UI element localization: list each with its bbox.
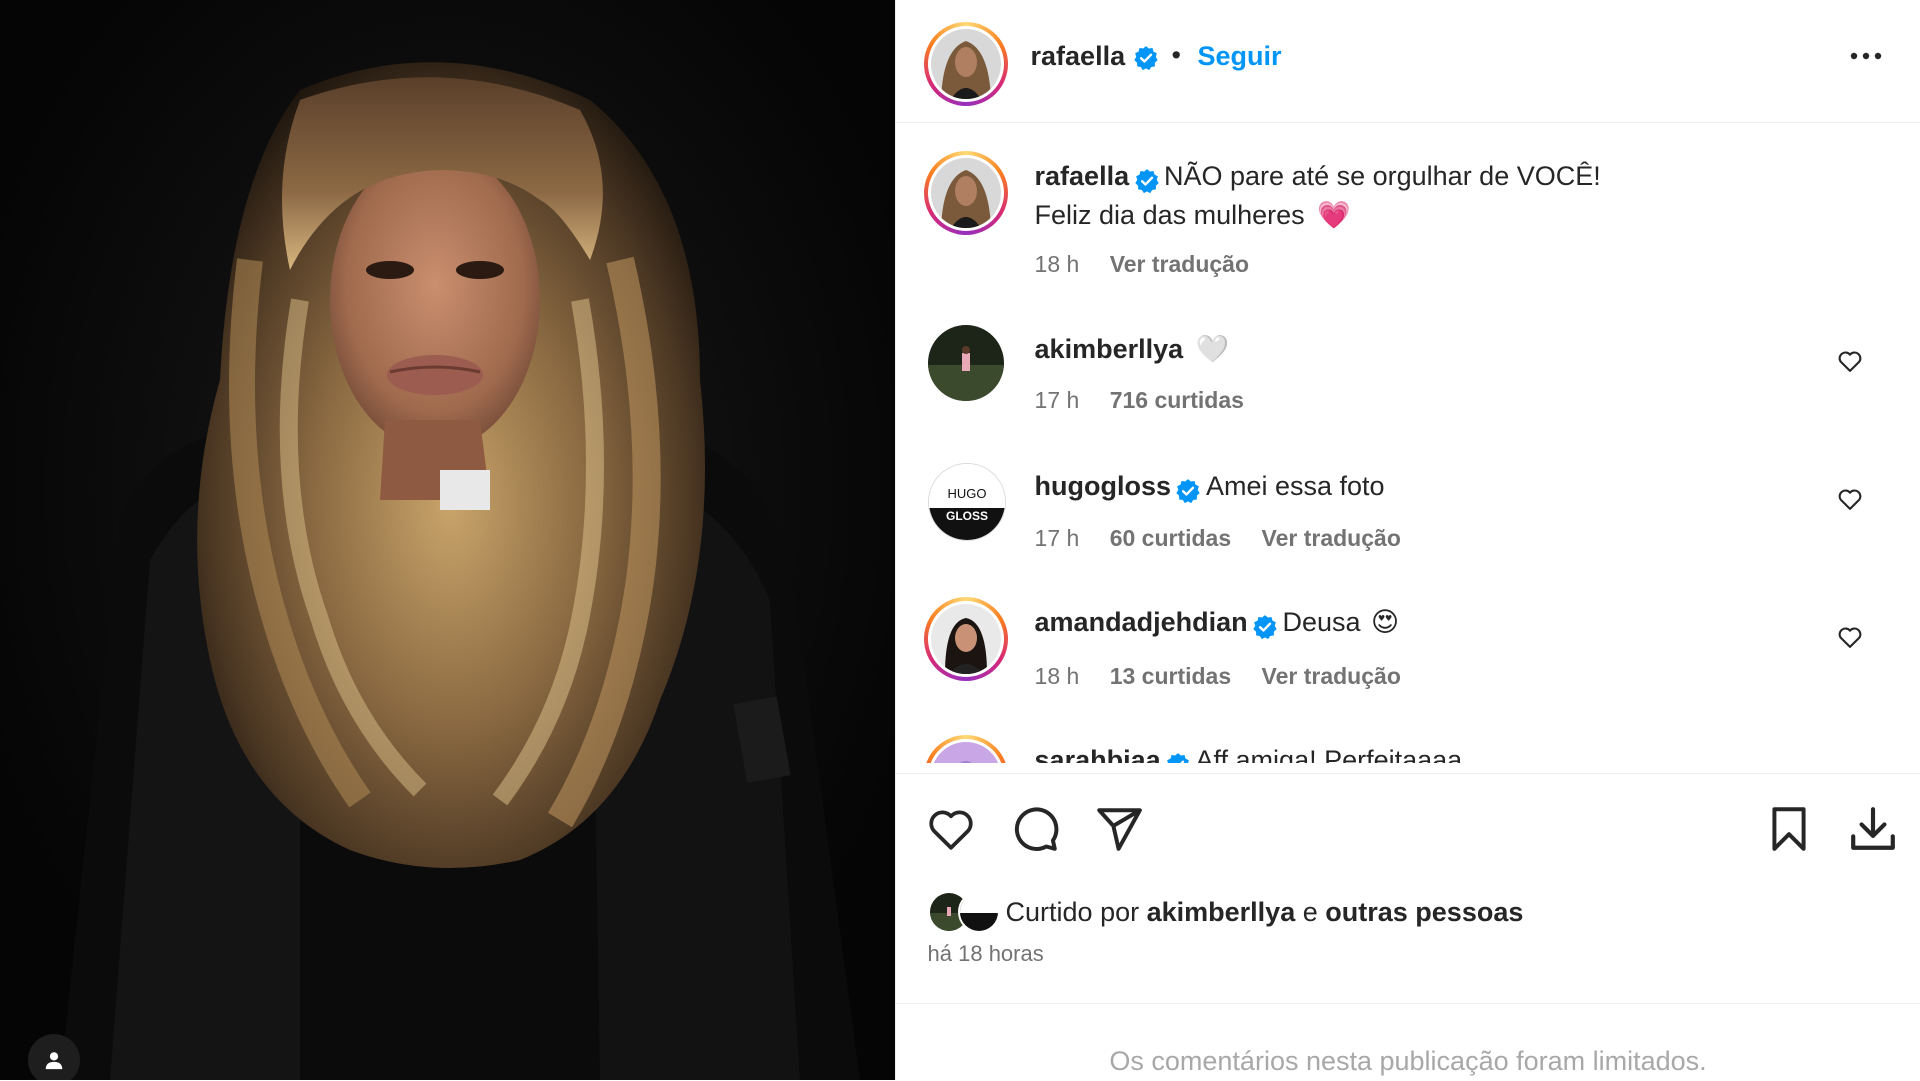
liked-by-others[interactable]: outras pessoas xyxy=(1325,897,1523,927)
verified-badge-icon xyxy=(1134,168,1159,193)
comment-username[interactable]: hugogloss xyxy=(1035,471,1172,501)
avatar-text-top: HUGO xyxy=(947,486,986,501)
tagged-users-button[interactable] xyxy=(28,1034,80,1080)
comment-text: Amei essa foto xyxy=(1205,471,1385,501)
comment-avatar-image xyxy=(927,325,1004,401)
caption-line-1: rafaella NÃO pare até se orgulhar de VOC… xyxy=(1035,161,1601,194)
comment-like-heart-icon[interactable] xyxy=(1836,347,1864,375)
comment-time: 18 h xyxy=(1034,663,1080,689)
comment-time: 17 h xyxy=(1034,387,1080,413)
comment-meta: 17 h 60 curtidas Ver tradução xyxy=(1035,525,1425,552)
caption-meta: 18 h Ver tradução xyxy=(1035,251,1274,278)
share-send-icon[interactable] xyxy=(1094,804,1144,854)
caption-avatar-image xyxy=(930,158,1001,228)
comment-likes[interactable]: 13 curtidas xyxy=(1110,663,1231,689)
caption-avatar[interactable] xyxy=(923,151,1008,235)
caption-time: 18 h xyxy=(1034,251,1080,277)
liked-by: Curtido por akimberllya e outras pessoas xyxy=(927,890,1524,934)
comment-username[interactable]: amandadjehdian xyxy=(1035,607,1248,637)
comment-translate-button[interactable]: Ver tradução xyxy=(1262,525,1401,551)
pink-heart-emoji: 💗 xyxy=(1317,200,1351,230)
white-heart-emoji: 🤍 xyxy=(1195,334,1230,364)
comment-text: Aff amiga! Perfeitaaaa xyxy=(1195,745,1463,763)
post-image[interactable] xyxy=(0,0,895,1080)
comments-limited-notice: Os comentários nesta publicação foram li… xyxy=(895,1003,1920,1081)
comment-line: hugogloss Amei essa foto xyxy=(1035,471,1385,504)
more-horizontal-icon[interactable] xyxy=(1846,46,1886,66)
caption-text-1: NÃO pare até se orgulhar de VOCÊ! xyxy=(1164,161,1601,191)
comment-line: amandadjehdian Deusa 😍 xyxy=(1035,607,1400,640)
comment-line: akimberllya 🤍 xyxy=(1035,333,1230,365)
post-header: rafaella • Seguir xyxy=(895,0,1920,123)
avatar-text-bottom: GLOSS xyxy=(946,509,988,523)
post-actions: Curtido por akimberllya e outras pessoas… xyxy=(895,773,1920,1004)
comment-avatar-image xyxy=(930,604,1001,674)
liked-avatar-2[interactable] xyxy=(957,891,1000,933)
comment-like-heart-icon[interactable] xyxy=(1836,485,1864,513)
verified-badge-icon xyxy=(1176,478,1201,503)
save-bookmark-icon[interactable] xyxy=(1764,804,1814,854)
comment-avatar-image xyxy=(930,742,1001,763)
caption-username[interactable]: rafaella xyxy=(1035,161,1130,191)
comment-time: 17 h xyxy=(1034,525,1080,551)
verified-badge-icon xyxy=(1167,752,1189,763)
caption-text-2: Feliz dia das mulheres xyxy=(1034,200,1305,230)
comments-list[interactable]: rafaella NÃO pare até se orgulhar de VOC… xyxy=(896,123,1920,763)
comment-text: Deusa xyxy=(1282,607,1361,637)
user-icon xyxy=(45,1052,63,1070)
download-icon[interactable] xyxy=(1848,804,1898,854)
comment-avatar[interactable] xyxy=(927,325,1004,401)
follow-button[interactable]: Seguir xyxy=(1198,41,1282,72)
heart-eyes-emoji: 😍 xyxy=(1370,607,1400,637)
comment-likes[interactable]: 716 curtidas xyxy=(1110,387,1244,413)
liked-by-user[interactable]: akimberllya xyxy=(1147,897,1296,927)
comment-meta: 17 h 716 curtidas xyxy=(1035,387,1268,414)
comment-bubble-icon[interactable] xyxy=(1010,804,1060,854)
separator-dot: • xyxy=(1171,40,1181,70)
post-modal: rafaella • Seguir rafaella NÃO pare até … xyxy=(0,0,1920,1080)
post-side-panel: rafaella • Seguir rafaella NÃO pare até … xyxy=(894,0,1920,1081)
comment-like-heart-icon[interactable] xyxy=(1836,623,1864,651)
comment-line: sarahbiaa Aff amiga! Perfeitaaaa xyxy=(1035,745,1463,763)
comment-username[interactable]: akimberllya xyxy=(1035,334,1184,364)
comment-likes[interactable]: 60 curtidas xyxy=(1110,525,1231,551)
post-timestamp[interactable]: há 18 horas xyxy=(928,941,1044,967)
comment-avatar[interactable] xyxy=(923,735,1008,763)
verified-badge-icon xyxy=(1133,45,1158,71)
verified-badge-icon xyxy=(1253,614,1277,639)
like-heart-icon[interactable] xyxy=(926,804,976,854)
liked-avatar-logo-image xyxy=(959,893,998,931)
comment-avatar[interactable]: HUGO GLOSS xyxy=(927,463,1006,541)
comment-meta: 18 h 13 curtidas Ver tradução xyxy=(1035,663,1425,690)
author-avatar-image xyxy=(930,29,1001,99)
author-avatar[interactable] xyxy=(923,22,1008,106)
caption-line-2: Feliz dia das mulheres 💗 xyxy=(1035,199,1351,231)
caption-translate-button[interactable]: Ver tradução xyxy=(1110,251,1249,277)
liked-by-text: Curtido por akimberllya e outras pessoas xyxy=(1005,896,1524,927)
hugogloss-logo-image: HUGO GLOSS xyxy=(928,464,1005,540)
portrait-photo xyxy=(60,62,860,1080)
comment-translate-button[interactable]: Ver tradução xyxy=(1262,663,1401,689)
author-username[interactable]: rafaella xyxy=(1031,41,1159,72)
comment-avatar[interactable] xyxy=(923,597,1008,681)
comment-username[interactable]: sarahbiaa xyxy=(1035,745,1161,763)
